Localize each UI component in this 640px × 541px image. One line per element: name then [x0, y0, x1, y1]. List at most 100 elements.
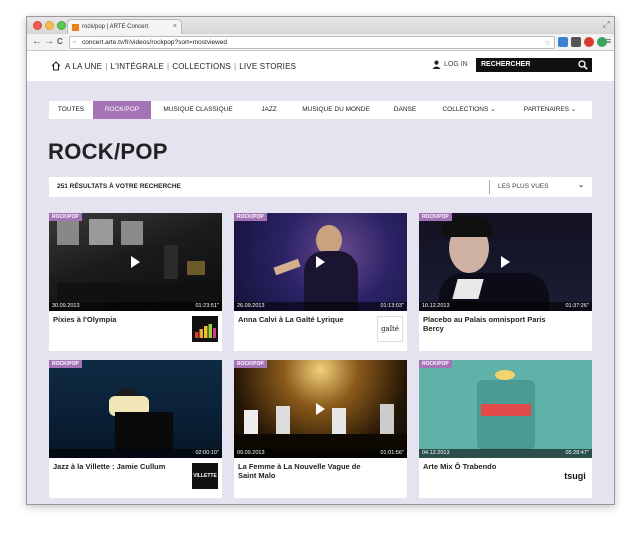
- video-card[interactable]: ROCK/POP 26.09.2013 01:13:03'' Anna Calv…: [234, 213, 407, 351]
- video-date: 10.12.2013: [422, 303, 450, 309]
- nav-item-collections[interactable]: COLLECTIONS: [172, 62, 231, 71]
- video-card[interactable]: ROCK/POP 30.09.2013 01:23:51'' Pixies à …: [49, 213, 222, 351]
- menu-icon[interactable]: ≡: [606, 36, 611, 46]
- play-icon[interactable]: [316, 256, 325, 268]
- page-icon: ▫: [73, 39, 76, 46]
- login-label: LOG IN: [444, 61, 468, 68]
- video-title[interactable]: La Femme à La Nouvelle Vague de Saint Ma…: [238, 462, 370, 480]
- video-date: 26.09.2013: [237, 303, 265, 309]
- category-partenaires[interactable]: PARTENAIRES ⌄: [511, 101, 589, 119]
- nav-item-integrale[interactable]: L'INTÉGRALE: [110, 62, 164, 71]
- genre-badge: ROCK/POP: [234, 213, 267, 221]
- genre-badge: ROCK/POP: [419, 213, 452, 221]
- gaite-lyrique-logo: gaîté: [377, 316, 403, 342]
- video-title[interactable]: Placebo au Palais omnisport Paris Bercy: [423, 315, 555, 333]
- video-date: 04.12.2013: [422, 450, 450, 456]
- video-title[interactable]: Jazz à la Villette : Jamie Cullum: [53, 462, 185, 471]
- video-title[interactable]: Anna Calvi à La Gaîté Lyrique: [238, 315, 370, 324]
- video-meta: 04.12.2013 05:28:47'': [419, 449, 592, 458]
- arte-favicon-icon: [72, 24, 79, 31]
- divider: [489, 180, 490, 194]
- category-collections[interactable]: COLLECTIONS ⌄: [431, 101, 507, 119]
- results-bar: 251 RÉSULTATS À VOTRE RECHERCHE LES PLUS…: [49, 177, 592, 197]
- search-input[interactable]: RECHERCHER: [476, 58, 592, 72]
- video-meta: 10.12.2013 01:37:26'': [419, 302, 592, 311]
- search-icon[interactable]: [578, 60, 588, 70]
- extension-icon[interactable]: [558, 37, 568, 47]
- video-thumbnail[interactable]: ROCK/POP 04.12.2013 05:28:47'': [419, 360, 592, 458]
- close-window-button[interactable]: [33, 21, 42, 30]
- video-duration: 02:00:10'': [195, 450, 219, 456]
- fullscreen-icon[interactable]: ⤢: [603, 19, 610, 30]
- video-meta: 30.09.2013 01:23:51'': [49, 302, 222, 311]
- video-title[interactable]: Pixies à l'Olympia: [53, 315, 185, 324]
- category-musique-du-monde[interactable]: MUSIQUE DU MONDE: [293, 101, 379, 119]
- video-duration: 01:01:56'': [380, 450, 404, 456]
- play-icon[interactable]: [501, 256, 510, 268]
- bookmark-star-icon[interactable]: ☆: [544, 38, 551, 47]
- browser-tab[interactable]: rock/pop | ARTE Concert ×: [67, 19, 182, 34]
- nav-item-a-la-une[interactable]: A LA UNE: [65, 62, 102, 71]
- video-meta: 09.09.2013 01:01:56'': [234, 449, 407, 458]
- video-duration: 01:13:03'': [380, 303, 404, 309]
- video-date: 30.09.2013: [52, 303, 80, 309]
- video-thumbnail[interactable]: ROCK/POP 26.09.2013 01:13:03'': [234, 213, 407, 311]
- reload-button[interactable]: C: [57, 37, 63, 46]
- category-toutes[interactable]: TOUTES: [49, 101, 93, 119]
- video-card[interactable]: ROCK/POP 02:00:10'' Jazz à la Villette :…: [49, 360, 222, 498]
- back-button[interactable]: ←: [32, 36, 42, 47]
- nav-item-live-stories[interactable]: LIVE STORIES: [239, 62, 296, 71]
- category-danse[interactable]: DANSE: [383, 101, 427, 119]
- genre-badge: ROCK/POP: [49, 213, 82, 221]
- browser-window: rock/pop | ARTE Concert × ⤢ ← → C ▫ conc…: [26, 16, 615, 505]
- video-duration: 01:23:51'': [195, 303, 219, 309]
- video-meta: 02:00:10'': [49, 449, 222, 458]
- search-label: RECHERCHER: [481, 61, 531, 68]
- genre-badge: ROCK/POP: [234, 360, 267, 368]
- video-thumbnail[interactable]: ROCK/POP 30.09.2013 01:23:51'': [49, 213, 222, 311]
- category-rock-pop[interactable]: ROCK/POP: [93, 101, 151, 119]
- home-icon[interactable]: [51, 61, 61, 71]
- minimize-window-button[interactable]: [45, 21, 54, 30]
- address-bar[interactable]: ▫ concert.arte.tv/fr/videos/rockpop?sort…: [69, 36, 555, 49]
- sort-select[interactable]: LES PLUS VUES: [498, 183, 549, 190]
- tab-close-icon[interactable]: ×: [173, 23, 177, 30]
- extension-icon[interactable]: [571, 37, 581, 47]
- video-duration: 01:37:26'': [565, 303, 589, 309]
- video-title[interactable]: Arte Mix Ô Trabendo: [423, 462, 555, 471]
- genre-badge: ROCK/POP: [419, 360, 452, 368]
- video-date: 09.09.2013: [237, 450, 265, 456]
- main-content: TOUTES ROCK/POP MUSIQUE CLASSIQUE JAZZ M…: [27, 81, 614, 504]
- play-icon[interactable]: [316, 403, 325, 415]
- genre-badge: ROCK/POP: [49, 360, 82, 368]
- play-icon[interactable]: [131, 256, 140, 268]
- tab-bar: rock/pop | ARTE Concert × ⤢: [27, 17, 614, 34]
- category-jazz[interactable]: JAZZ: [245, 101, 293, 119]
- category-musique-classique[interactable]: MUSIQUE CLASSIQUE: [155, 101, 241, 119]
- video-card[interactable]: ROCK/POP 09.09.2013 01:01:56'' La Femme …: [234, 360, 407, 498]
- user-icon: [432, 60, 441, 69]
- page-title: ROCK/POP: [48, 139, 168, 164]
- villette-logo: VILLETTE: [192, 463, 218, 489]
- video-card[interactable]: ROCK/POP 10.12.2013 01:37:26'' Placebo a…: [419, 213, 592, 351]
- browser-toolbar: ← → C ▫ concert.arte.tv/fr/videos/rockpo…: [27, 34, 614, 51]
- zoom-window-button[interactable]: [57, 21, 66, 30]
- video-card[interactable]: ROCK/POP 04.12.2013 05:28:47'' Arte Mix …: [419, 360, 592, 498]
- category-bar: TOUTES ROCK/POP MUSIQUE CLASSIQUE JAZZ M…: [49, 101, 592, 119]
- tab-title: rock/pop | ARTE Concert: [82, 24, 149, 30]
- deezer-logo: [192, 316, 218, 342]
- video-thumbnail[interactable]: ROCK/POP 09.09.2013 01:01:56'': [234, 360, 407, 458]
- login-button[interactable]: LOG IN: [432, 60, 468, 69]
- forward-button[interactable]: →: [44, 36, 54, 47]
- main-nav: A LA UNE | L'INTÉGRALE | COLLECTIONS | LIVE ST…: [65, 62, 297, 71]
- url-text: concert.arte.tv/fr/videos/rockpop?sort=m…: [82, 39, 228, 46]
- results-count: 251 RÉSULTATS À VOTRE RECHERCHE: [57, 183, 181, 190]
- tsugi-logo: tsugi: [562, 463, 588, 489]
- video-thumbnail[interactable]: ROCK/POP 02:00:10'': [49, 360, 222, 458]
- video-duration: 05:28:47'': [565, 450, 589, 456]
- extension-icon[interactable]: [584, 37, 594, 47]
- site-header: A LA UNE | L'INTÉGRALE | COLLECTIONS | LIVE ST…: [27, 51, 614, 81]
- video-thumbnail[interactable]: ROCK/POP 10.12.2013 01:37:26'': [419, 213, 592, 311]
- chevron-down-icon[interactable]: ⌄: [578, 181, 584, 189]
- video-meta: 26.09.2013 01:13:03'': [234, 302, 407, 311]
